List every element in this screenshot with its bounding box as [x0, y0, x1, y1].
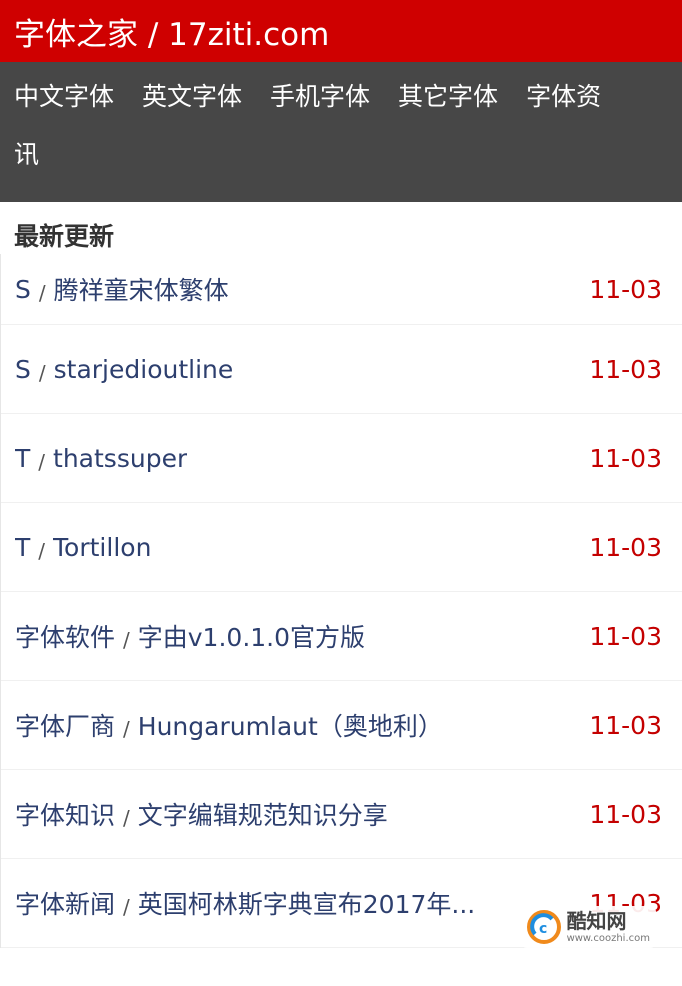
item-text: 字体厂商 / Hungarumlaut（奥地利）	[15, 707, 443, 743]
item-date: 11-03	[589, 532, 662, 562]
category-nav: 中文字体 英文字体 手机字体 其它字体 字体资 讯	[0, 62, 682, 202]
nav-item-font-news[interactable]: 字体资	[526, 80, 601, 114]
watermark-title: 酷知网	[566, 908, 627, 933]
site-title[interactable]: 字体之家 / 17ziti.com	[14, 9, 329, 54]
item-separator: /	[123, 628, 130, 652]
nav-row: 中文字体 英文字体 手机字体 其它字体 字体资	[14, 80, 682, 138]
item-category[interactable]: S	[15, 275, 31, 304]
item-title[interactable]: 字由v1.0.1.0官方版	[138, 618, 365, 654]
item-title[interactable]: Hungarumlaut（奥地利）	[138, 707, 443, 743]
item-category[interactable]: 字体新闻	[15, 885, 115, 921]
item-separator: /	[38, 450, 46, 473]
item-text: 字体新闻 / 英国柯林斯字典宣布2017年...	[15, 885, 475, 921]
list-item[interactable]: 字体知识 / 文字编辑规范知识分享 11-03	[1, 770, 682, 859]
item-title[interactable]: 腾祥童宋体繁体	[54, 271, 229, 307]
item-title[interactable]: thatssuper	[53, 444, 187, 473]
item-category[interactable]: 字体软件	[15, 618, 115, 654]
nav-item-chinese-fonts[interactable]: 中文字体	[14, 80, 114, 114]
list-item[interactable]: T / Tortillon 11-03	[1, 503, 682, 592]
item-text: S / 腾祥童宋体繁体	[15, 271, 229, 307]
update-list: S / 腾祥童宋体繁体 11-03 S / starjedioutline 11…	[0, 254, 682, 948]
item-text: S / starjedioutline	[15, 355, 233, 384]
item-date: 11-03	[589, 274, 662, 304]
nav-item-mobile-fonts[interactable]: 手机字体	[270, 80, 370, 114]
nav-item-font-news-wrap[interactable]: 讯	[14, 138, 39, 172]
coozhi-watermark: c 酷知网 www.coozhi.com	[520, 906, 656, 948]
item-category[interactable]: S	[15, 355, 31, 384]
section-title: 最新更新	[14, 222, 115, 251]
item-separator: /	[123, 717, 130, 741]
item-date: 11-03	[589, 443, 662, 473]
item-date: 11-03	[589, 799, 662, 829]
site-header: 字体之家 / 17ziti.com	[0, 0, 682, 62]
watermark-text: 酷知网 www.coozhi.com	[567, 911, 650, 944]
item-text: 字体知识 / 文字编辑规范知识分享	[15, 796, 388, 832]
list-item[interactable]: 字体软件 / 字由v1.0.1.0官方版 11-03	[1, 592, 682, 681]
item-text: 字体软件 / 字由v1.0.1.0官方版	[15, 618, 365, 654]
nav-row-wrap: 讯	[14, 138, 682, 196]
item-category[interactable]: T	[15, 533, 30, 562]
item-date: 11-03	[589, 621, 662, 651]
item-separator: /	[123, 806, 130, 830]
nav-item-english-fonts[interactable]: 英文字体	[142, 80, 242, 114]
list-item[interactable]: S / starjedioutline 11-03	[1, 325, 682, 414]
item-title[interactable]: Tortillon	[53, 533, 151, 562]
item-title[interactable]: starjedioutline	[54, 355, 234, 384]
item-title[interactable]: 文字编辑规范知识分享	[138, 796, 388, 832]
coozhi-logo-icon: c	[526, 910, 561, 944]
item-category[interactable]: T	[15, 444, 30, 473]
item-date: 11-03	[589, 354, 662, 384]
item-category[interactable]: 字体知识	[15, 796, 115, 832]
item-separator: /	[38, 281, 46, 305]
item-title[interactable]: 英国柯林斯字典宣布2017年...	[138, 885, 475, 921]
item-separator: /	[38, 361, 46, 384]
item-category[interactable]: 字体厂商	[15, 707, 115, 743]
item-separator: /	[38, 539, 46, 562]
item-text: T / Tortillon	[15, 533, 151, 562]
list-item[interactable]: T / thatssuper 11-03	[1, 414, 682, 503]
item-date: 11-03	[589, 710, 662, 740]
item-text: T / thatssuper	[15, 444, 187, 473]
item-separator: /	[123, 895, 130, 919]
list-item[interactable]: S / 腾祥童宋体繁体 11-03	[1, 254, 682, 325]
svg-text:c: c	[539, 921, 547, 937]
list-item[interactable]: 字体厂商 / Hungarumlaut（奥地利） 11-03	[1, 681, 682, 770]
watermark-url: www.coozhi.com	[566, 932, 650, 944]
nav-item-other-fonts[interactable]: 其它字体	[398, 80, 498, 114]
